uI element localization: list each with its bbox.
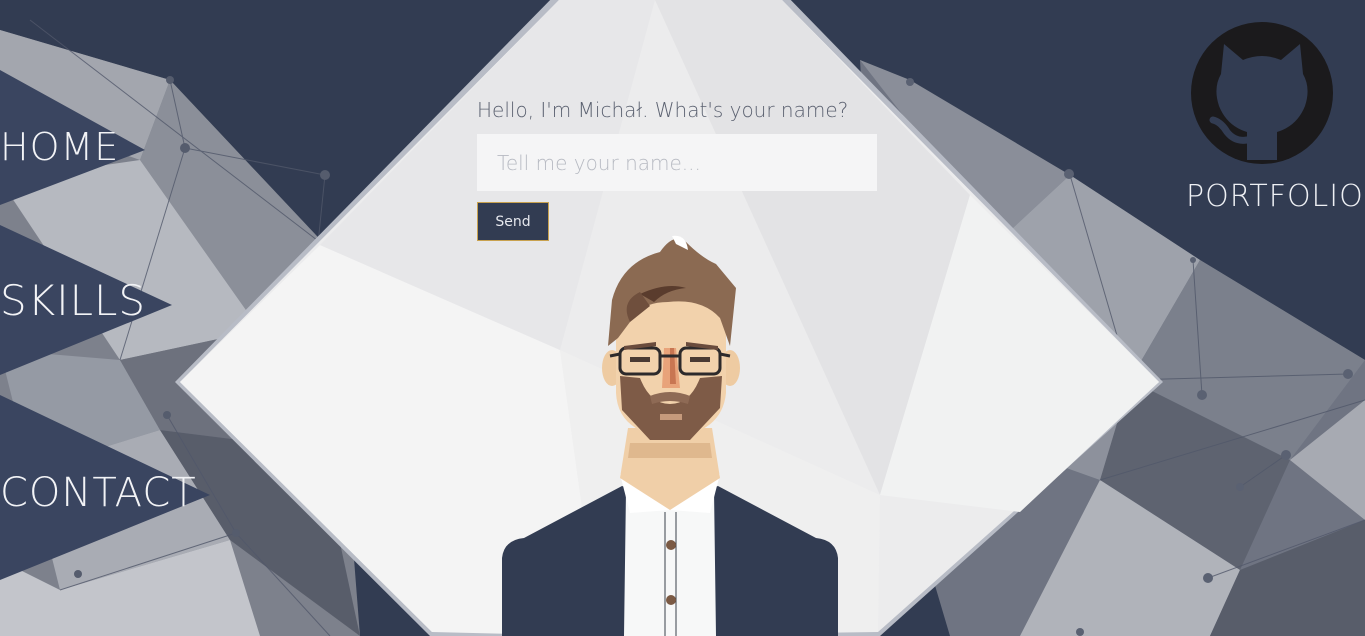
nav-contact-link[interactable]: CONTACT [0, 473, 197, 513]
portfolio-link[interactable]: PORTFOLIO [1186, 179, 1363, 214]
github-octocat-icon [1191, 22, 1333, 164]
github-link[interactable] [1191, 22, 1333, 164]
avatar-illustration [502, 235, 838, 636]
greeting-text: Hello, I'm Michał. What's your name? [477, 98, 849, 122]
name-input[interactable] [477, 134, 877, 191]
nav-skills-link[interactable]: SKILLS [0, 280, 146, 322]
nav-home-link[interactable]: HOME [0, 128, 119, 166]
